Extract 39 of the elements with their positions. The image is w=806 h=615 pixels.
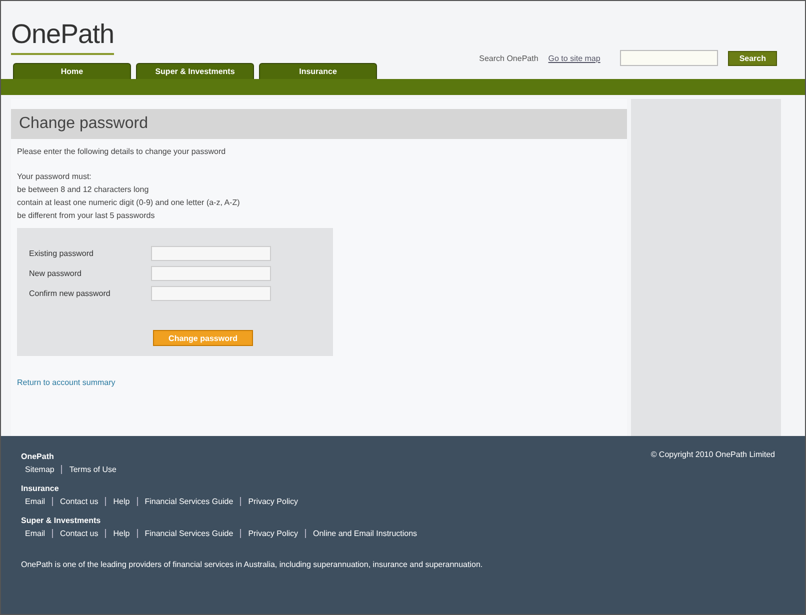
nav-tab[interactable]: Home bbox=[13, 63, 131, 79]
field-label: New password bbox=[29, 269, 82, 278]
page-title: Change password bbox=[11, 109, 627, 139]
password-field[interactable] bbox=[151, 286, 271, 301]
search-label: Search OnePath bbox=[479, 54, 538, 62]
nav-tab[interactable]: Super & Investments bbox=[136, 63, 254, 79]
back-link[interactable]: Return to account summary bbox=[11, 378, 122, 387]
rules-heading: Your password must: bbox=[16, 172, 92, 181]
password-field[interactable] bbox=[151, 266, 271, 281]
field-label: Existing password bbox=[29, 249, 94, 258]
footer-link[interactable]: Terms of Use bbox=[61, 465, 124, 474]
footer-heading: OnePath bbox=[21, 452, 54, 461]
field-label: Confirm new password bbox=[29, 289, 112, 298]
intro-text: Please enter the following details to change your password bbox=[16, 147, 227, 156]
search-button[interactable]: Search bbox=[728, 50, 777, 66]
footer-link[interactable]: Sitemap bbox=[25, 465, 62, 474]
search-field[interactable] bbox=[620, 50, 718, 66]
copyright-text: © Copyright 2010 OnePath Limited bbox=[650, 450, 775, 459]
logo: OnePath bbox=[11, 19, 114, 55]
footer-link[interactable]: Privacy Policy bbox=[240, 497, 305, 506]
site-map-link[interactable]: Go to site map bbox=[548, 54, 600, 62]
rule-text: be between 8 and 12 characters long bbox=[16, 185, 150, 194]
footer-link[interactable]: Financial Services Guide bbox=[136, 497, 240, 506]
footer-link[interactable]: Contact us bbox=[52, 497, 106, 506]
password-field[interactable] bbox=[151, 246, 271, 261]
footer-link[interactable]: Online and Email Instructions bbox=[305, 529, 424, 538]
footer-link[interactable]: Help bbox=[105, 497, 137, 506]
footer-link[interactable]: Help bbox=[105, 529, 137, 538]
nav-tab[interactable]: Insurance bbox=[259, 63, 377, 79]
rule-text: be different from your last 5 passwords bbox=[16, 211, 156, 220]
footer-link[interactable]: Email bbox=[25, 529, 52, 538]
footer-link[interactable]: Email bbox=[25, 497, 52, 506]
footer-heading: Super & Investments bbox=[21, 516, 101, 525]
footer-heading: Insurance bbox=[21, 484, 59, 493]
footer-link[interactable]: Contact us bbox=[52, 529, 106, 538]
footer-link[interactable]: Privacy Policy bbox=[240, 529, 305, 538]
footer-link[interactable]: Financial Services Guide bbox=[136, 529, 240, 538]
rule-text: contain at least one numeric digit (0-9) and one letter (a-z, A-Z) bbox=[16, 198, 241, 207]
about-text: OnePath is one of the leading providers of financial services in Australia, including superannuation, insurance and superannuation. bbox=[21, 560, 484, 569]
